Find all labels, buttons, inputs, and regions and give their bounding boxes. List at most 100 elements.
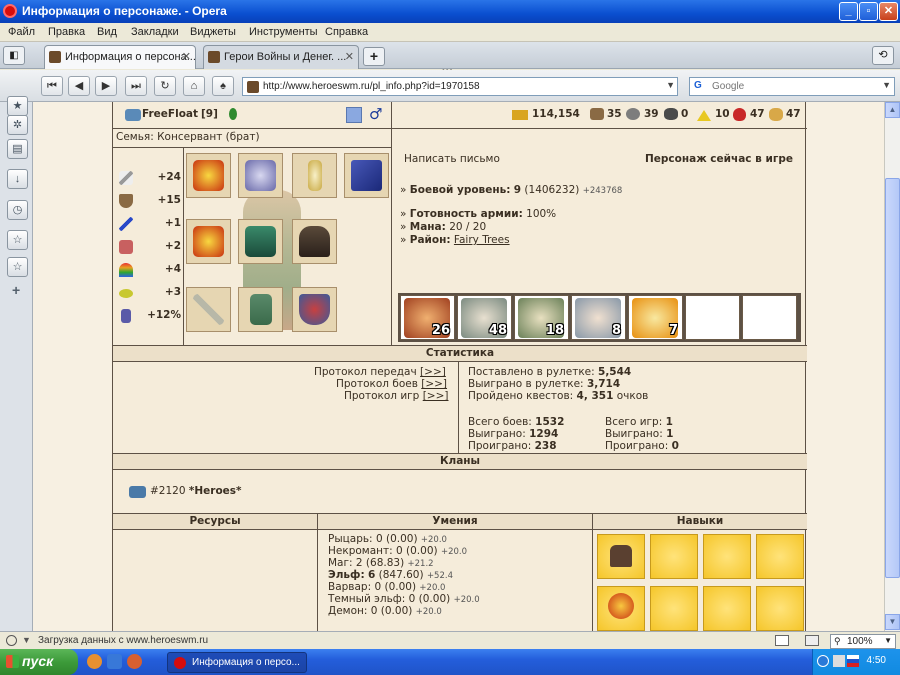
- zoom-control[interactable]: ⚲ 100% ▼: [830, 634, 896, 649]
- menu-widgets[interactable]: Виджеты: [190, 26, 236, 38]
- write-letter-link[interactable]: Написать письмо: [404, 153, 500, 165]
- vertical-scrollbar[interactable]: ▲ ▼: [884, 102, 900, 631]
- menu-edit[interactable]: Правка: [48, 26, 85, 38]
- resource-mercury: 0: [681, 108, 689, 120]
- search-box[interactable]: G ▼: [689, 77, 895, 96]
- online-status: Персонаж сейчас в игре: [645, 153, 793, 165]
- network-icon[interactable]: [833, 655, 845, 667]
- tab-heroes-game[interactable]: Герои Войны и Денег. ... ✕: [203, 45, 359, 69]
- skill-slot-1[interactable]: [597, 534, 645, 579]
- army-unit-1[interactable]: 26: [400, 295, 455, 340]
- taskbar-opera-window[interactable]: Информация о персо...: [167, 652, 307, 673]
- side-panel: ★ ✲ ▤ ↓ ◷ ☆ ☆ +: [0, 96, 33, 631]
- tab-player-info[interactable]: Информация о персона... ✕: [44, 45, 196, 69]
- tray-expand-icon[interactable]: [817, 655, 829, 667]
- district-link[interactable]: Fairy Trees: [454, 234, 510, 246]
- back-button[interactable]: ◀: [68, 76, 90, 96]
- slot-cloak[interactable]: [292, 219, 337, 264]
- games-won: Выиграно: 1: [605, 428, 674, 440]
- panel-toggle-button[interactable]: ◧: [3, 46, 25, 65]
- tab-close-icon[interactable]: ✕: [345, 50, 354, 63]
- army-slot-empty-1[interactable]: [685, 295, 740, 340]
- history-panel-icon[interactable]: ◷: [7, 200, 28, 220]
- menu-help[interactable]: Справка: [325, 26, 368, 38]
- army-unit-3[interactable]: 18: [514, 295, 569, 340]
- slot-book[interactable]: [344, 153, 389, 198]
- rewind-button[interactable]: ⏮: [41, 76, 63, 96]
- army-slot-empty-2[interactable]: [742, 295, 797, 340]
- protocol-games-link[interactable]: [>>]: [423, 390, 449, 402]
- notes-panel-icon[interactable]: ▤: [7, 139, 28, 159]
- address-input[interactable]: [263, 79, 658, 94]
- start-button[interactable]: пуск: [0, 649, 78, 675]
- skill-slot-2[interactable]: [650, 534, 698, 579]
- army-unit-4[interactable]: 8: [571, 295, 626, 340]
- army-unit-5[interactable]: 7: [628, 295, 683, 340]
- language-flag-icon[interactable]: [847, 655, 859, 667]
- chevron-down-icon[interactable]: ▼: [882, 80, 891, 90]
- scroll-thumb[interactable]: [885, 178, 900, 578]
- slot-armor[interactable]: [238, 219, 283, 264]
- opera-logo-icon: [174, 657, 186, 669]
- race-icon: [125, 109, 141, 121]
- slot-shield[interactable]: [292, 287, 337, 332]
- forward-button[interactable]: ▶: [95, 76, 117, 96]
- home-button[interactable]: ⌂: [183, 76, 205, 96]
- slot-helmet[interactable]: [238, 153, 283, 198]
- add-panel-icon[interactable]: +: [12, 282, 20, 298]
- skill-slot-3[interactable]: [703, 534, 751, 579]
- wand-button[interactable]: ♠: [212, 76, 234, 96]
- slot-ring[interactable]: [186, 219, 231, 264]
- bookmark-star-icon[interactable]: ☆: [7, 230, 28, 250]
- closed-tabs-trash-icon[interactable]: ⟲: [872, 46, 894, 65]
- send-message-icon[interactable]: [346, 107, 362, 123]
- fast-forward-button[interactable]: ⏭: [125, 76, 147, 96]
- maximize-button[interactable]: ▫: [859, 2, 878, 21]
- scroll-up-button[interactable]: ▲: [885, 102, 900, 118]
- scroll-down-button[interactable]: ▼: [885, 614, 900, 630]
- close-button[interactable]: ✕: [879, 2, 898, 21]
- reload-button[interactable]: ↻: [154, 76, 176, 96]
- protocol-transfers-link[interactable]: [>>]: [420, 366, 446, 378]
- player-name[interactable]: FreeFloat: [142, 108, 198, 120]
- tab-close-icon[interactable]: ✕: [182, 50, 191, 63]
- skill-slot-5[interactable]: [597, 586, 645, 631]
- slot-necklace[interactable]: [292, 153, 337, 198]
- downloads-panel-icon[interactable]: ↓: [7, 169, 28, 189]
- wood-icon: [590, 108, 604, 120]
- quicklaunch-app-icon[interactable]: [87, 654, 102, 669]
- chevron-down-icon[interactable]: ▼: [666, 80, 675, 90]
- view-icon[interactable]: [775, 635, 789, 646]
- skill-slot-6[interactable]: [650, 586, 698, 631]
- quicklaunch-ie-icon[interactable]: [107, 654, 122, 669]
- initiative-icon: [121, 309, 131, 323]
- chevron-down-icon[interactable]: ▼: [22, 635, 31, 645]
- protocol-transfers: Протокол передач [>>]: [314, 366, 446, 378]
- protocol-battles-link[interactable]: [>>]: [421, 378, 447, 390]
- ability-dark-elf: Темный эльф: 0 (0.00) +20.0: [328, 593, 480, 605]
- new-tab-button[interactable]: +: [363, 47, 385, 66]
- clan-entry[interactable]: #2120 *Heroes*: [150, 485, 242, 497]
- menu-tools[interactable]: Инструменты: [249, 26, 318, 38]
- speed-dial-icon[interactable]: ☆: [7, 257, 28, 277]
- army-unit-2[interactable]: 48: [457, 295, 512, 340]
- slot-boots[interactable]: [238, 287, 283, 332]
- skill-slot-8[interactable]: [756, 586, 804, 631]
- menu-bookmarks[interactable]: Закладки: [131, 26, 179, 38]
- search-input[interactable]: [712, 79, 872, 94]
- menu-file[interactable]: Файл: [8, 26, 35, 38]
- skill-slot-7[interactable]: [703, 586, 751, 631]
- widgets-panel-icon[interactable]: ✲: [7, 115, 28, 135]
- quicklaunch-opera-icon[interactable]: [127, 654, 142, 669]
- skill-slot-4[interactable]: [756, 534, 804, 579]
- slot-amulet[interactable]: [186, 153, 231, 198]
- google-icon[interactable]: G: [694, 80, 706, 93]
- slot-weapon[interactable]: [186, 287, 231, 332]
- menu-view[interactable]: Вид: [97, 26, 117, 38]
- chevron-down-icon[interactable]: ▼: [884, 636, 892, 645]
- bookmarks-panel-icon[interactable]: ★: [7, 96, 28, 116]
- menu-bar: Файл Правка Вид Закладки Виджеты Инструм…: [0, 23, 900, 42]
- image-toggle-icon[interactable]: [805, 635, 819, 646]
- address-bar[interactable]: ▼: [242, 77, 678, 96]
- minimize-button[interactable]: _: [839, 2, 858, 21]
